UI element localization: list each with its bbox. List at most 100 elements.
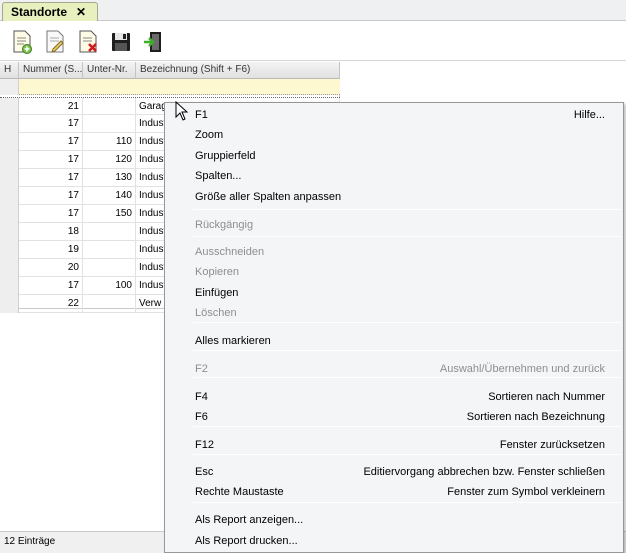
toolbar bbox=[0, 21, 626, 61]
tab-standorte[interactable]: Standorte ✕ bbox=[2, 2, 98, 21]
cell-nummer[interactable]: 18 bbox=[19, 223, 83, 241]
menu-item-label: Alles markieren bbox=[195, 335, 271, 347]
menu-item-description: Sortieren nach Nummer bbox=[488, 391, 605, 403]
context-menu-item[interactable]: F1 Hilfe... bbox=[165, 105, 623, 125]
row-selector[interactable] bbox=[0, 241, 19, 259]
column-header-bezeichnung[interactable]: Bezeichnung (Shift + F6) bbox=[136, 62, 340, 79]
tab-title: Standorte bbox=[11, 5, 68, 19]
menu-item-label: Ausschneiden bbox=[195, 246, 265, 258]
cell-unter-nr[interactable] bbox=[83, 223, 136, 241]
context-menu-item: Rückgängig bbox=[165, 215, 623, 235]
menu-item-description: Editiervorgang abbrechen bzw. Fenster sc… bbox=[363, 466, 605, 478]
cell-unter-nr[interactable]: 100 bbox=[83, 277, 136, 295]
cell-nummer[interactable]: 19 bbox=[19, 241, 83, 259]
exit-button[interactable] bbox=[142, 30, 164, 54]
cell-unter-nr[interactable] bbox=[83, 241, 136, 259]
menu-item-label: F6 bbox=[195, 411, 208, 423]
cell-unter-nr[interactable] bbox=[83, 115, 136, 133]
menu-item-label: Esc bbox=[195, 466, 214, 478]
menu-item-label: Spalten... bbox=[195, 170, 242, 182]
row-selector[interactable] bbox=[0, 187, 19, 205]
menu-item-label: Löschen bbox=[195, 307, 237, 319]
cell-nummer[interactable]: 21 bbox=[19, 98, 83, 116]
delete-record-button[interactable] bbox=[77, 30, 99, 54]
menu-item-label: F4 bbox=[195, 391, 208, 403]
tab-close-icon[interactable]: ✕ bbox=[76, 5, 86, 19]
context-menu-item[interactable]: Einfügen bbox=[165, 283, 623, 303]
record-count: 12 Einträge bbox=[4, 536, 56, 547]
menu-item-description: Fenster zum Symbol verkleinern bbox=[447, 486, 605, 498]
menu-item-description: Sortieren nach Bezeichnung bbox=[466, 411, 605, 423]
edit-record-button[interactable] bbox=[44, 30, 66, 54]
cell-unter-nr[interactable] bbox=[83, 295, 136, 313]
exit-icon bbox=[144, 32, 161, 52]
cell-unter-nr[interactable]: 120 bbox=[83, 151, 136, 169]
menu-separator bbox=[193, 377, 621, 378]
row-selector[interactable] bbox=[0, 295, 19, 313]
cell-unter-nr[interactable]: 150 bbox=[83, 205, 136, 223]
context-menu-item[interactable]: Spalten... bbox=[165, 166, 623, 186]
menu-item-label: F2 bbox=[195, 363, 208, 375]
context-menu-item[interactable]: Gruppierfeld bbox=[165, 146, 623, 166]
context-menu-item[interactable]: Größe aller Spalten anpassen bbox=[165, 187, 623, 207]
new-record-button[interactable] bbox=[11, 30, 33, 54]
row-selector[interactable] bbox=[0, 223, 19, 241]
context-menu-item[interactable]: Esc Editiervorgang abbrechen bzw. Fenster… bbox=[165, 462, 623, 482]
menu-item-description: Fenster zurücksetzen bbox=[499, 439, 605, 451]
row-selector[interactable] bbox=[0, 115, 19, 133]
menu-item-label: Zoom bbox=[195, 129, 224, 141]
row-selector[interactable] bbox=[0, 133, 19, 151]
menu-item-label: Gruppierfeld bbox=[195, 150, 256, 162]
menu-separator bbox=[193, 209, 621, 210]
cell-nummer[interactable]: 17 bbox=[19, 187, 83, 205]
cell-unter-nr[interactable]: 140 bbox=[83, 187, 136, 205]
row-selector[interactable] bbox=[0, 169, 19, 187]
context-menu-item[interactable]: Rechte Maustaste Fenster zum Symbol verkl… bbox=[165, 482, 623, 502]
edit-document-icon bbox=[46, 30, 64, 53]
row-selector[interactable] bbox=[0, 277, 19, 295]
cell-nummer[interactable]: 17 bbox=[19, 205, 83, 223]
menu-item-label: Als Report anzeigen... bbox=[195, 514, 304, 526]
cell-nummer[interactable]: 17 bbox=[19, 133, 83, 151]
column-header-nummer[interactable]: Nummer (S... bbox=[19, 62, 83, 79]
context-menu-item[interactable]: Zoom bbox=[165, 125, 623, 145]
menu-item-label: Rückgängig bbox=[195, 219, 254, 231]
menu-item-label: F1 bbox=[195, 109, 208, 121]
cell-nummer[interactable]: 22 bbox=[19, 295, 83, 313]
save-icon bbox=[112, 33, 130, 51]
menu-item-label: F12 bbox=[195, 439, 214, 451]
cell-nummer[interactable]: 17 bbox=[19, 151, 83, 169]
save-button[interactable] bbox=[110, 30, 132, 54]
context-menu-item[interactable]: Als Report anzeigen... bbox=[165, 510, 623, 530]
context-menu-item: Löschen bbox=[165, 303, 623, 323]
column-header-h[interactable]: H bbox=[0, 62, 19, 79]
row-selector[interactable] bbox=[0, 259, 19, 277]
context-menu-item[interactable]: Alles markieren bbox=[165, 331, 623, 351]
menu-item-label: Einfügen bbox=[195, 287, 239, 299]
cell-nummer[interactable]: 20 bbox=[19, 259, 83, 277]
cell-nummer[interactable]: 17 bbox=[19, 277, 83, 295]
cell-nummer[interactable]: 17 bbox=[19, 169, 83, 187]
delete-document-icon bbox=[79, 30, 97, 53]
context-menu-item[interactable]: F4 Sortieren nach Nummer bbox=[165, 387, 623, 407]
cell-unter-nr[interactable] bbox=[83, 259, 136, 277]
cell-unter-nr[interactable]: 130 bbox=[83, 169, 136, 187]
context-menu-item: F2 Auswahl/Übernehmen und zurück bbox=[165, 359, 623, 379]
cell-unter-nr[interactable]: 110 bbox=[83, 133, 136, 151]
cell-nummer[interactable]: 17 bbox=[19, 115, 83, 133]
menu-item-label: Als Report drucken... bbox=[195, 535, 298, 547]
context-menu-item[interactable]: F12 Fenster zurücksetzen bbox=[165, 435, 623, 455]
context-menu-item[interactable]: Als Report drucken... bbox=[165, 531, 623, 551]
context-menu-item[interactable]: F6 Sortieren nach Bezeichnung bbox=[165, 407, 623, 427]
cell-unter-nr[interactable] bbox=[83, 98, 136, 116]
menu-separator bbox=[193, 236, 621, 237]
row-selector[interactable] bbox=[0, 205, 19, 223]
column-header-unter-nr[interactable]: Unter-Nr. bbox=[83, 62, 136, 79]
filter-row[interactable] bbox=[0, 79, 340, 95]
new-document-icon bbox=[13, 30, 32, 54]
context-menu: F1 Hilfe... Zoom Gruppierfeld Spalten... Größ… bbox=[164, 102, 624, 553]
mouse-cursor-icon bbox=[175, 101, 189, 121]
row-selector[interactable] bbox=[0, 151, 19, 169]
row-selector[interactable] bbox=[0, 98, 19, 116]
menu-item-label: Rechte Maustaste bbox=[195, 486, 284, 498]
